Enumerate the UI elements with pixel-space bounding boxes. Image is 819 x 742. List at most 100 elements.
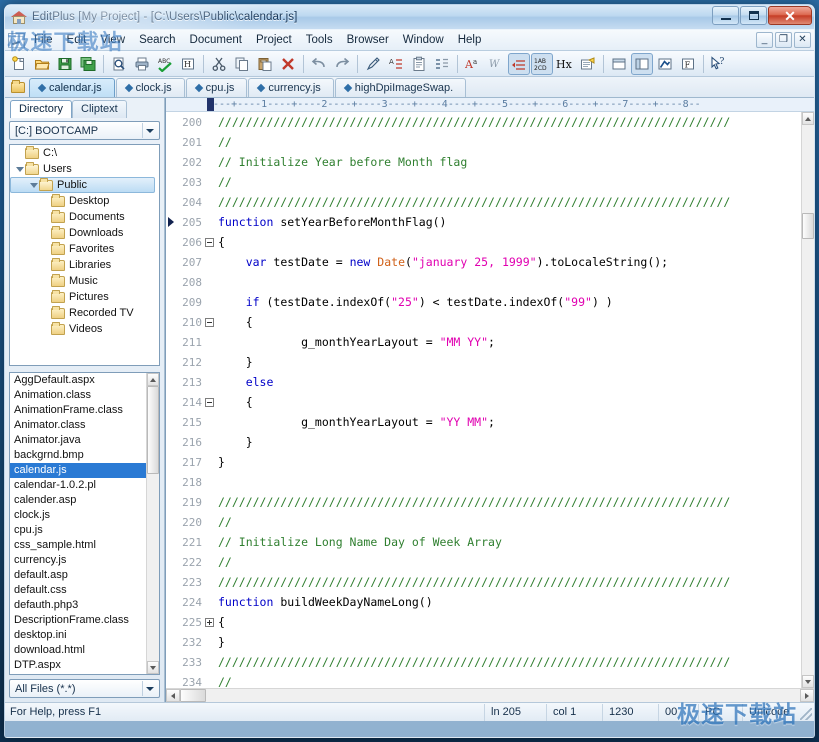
user-tool-icon[interactable] — [577, 53, 599, 75]
scroll-up-button[interactable] — [802, 112, 814, 125]
indent-icon[interactable]: A — [385, 53, 407, 75]
tab-cpu-js[interactable]: cpu.js — [186, 78, 248, 97]
file-list-item[interactable]: desktop.ini — [10, 628, 146, 643]
tree-item[interactable]: Libraries — [10, 257, 159, 273]
code-line[interactable]: 200/////////////////////////////////////… — [166, 112, 800, 132]
fold-expand-icon[interactable] — [203, 618, 215, 627]
code-line[interactable]: 209 if (testDate.indexOf("25") < testDat… — [166, 292, 800, 312]
code-line[interactable]: 221// Initialize Long Name Day of Week A… — [166, 532, 800, 552]
file-list-item[interactable]: DTP.aspx — [10, 658, 146, 673]
menu-item-tools[interactable]: Tools — [299, 32, 340, 49]
editor-vertical-scrollbar[interactable] — [801, 112, 814, 688]
menu-item-search[interactable]: Search — [132, 32, 182, 49]
line-number-icon[interactable]: 1AB2CD — [531, 53, 553, 75]
resize-grip-icon[interactable] — [800, 708, 812, 720]
code-line[interactable]: 207 var testDate = new Date("january 25,… — [166, 252, 800, 272]
chevron-down-icon[interactable] — [142, 123, 157, 138]
code-line[interactable]: 205function setYearBeforeMonthFlag() — [166, 212, 800, 232]
menu-item-document[interactable]: Document — [183, 32, 249, 49]
mdi-restore-button[interactable]: ❐ — [775, 32, 792, 48]
tree-item[interactable]: Music — [10, 273, 159, 289]
file-list-item[interactable]: DescriptionFrame.class — [10, 613, 146, 628]
fold-collapse-icon[interactable] — [203, 238, 215, 247]
scroll-thumb[interactable] — [802, 213, 814, 239]
file-list-item[interactable]: Animation.class — [10, 388, 146, 403]
menu-item-edit[interactable]: Edit — [60, 32, 94, 49]
code-line[interactable]: 210 { — [166, 312, 800, 332]
tree-item[interactable]: Desktop — [10, 193, 159, 209]
scroll-track[interactable] — [802, 125, 814, 675]
tree-item[interactable]: Downloads — [10, 225, 159, 241]
chevron-down-icon[interactable] — [142, 681, 157, 696]
scroll-thumb[interactable] — [180, 689, 206, 702]
file-list-item[interactable]: download.html — [10, 643, 146, 658]
code-lines[interactable]: 200/////////////////////////////////////… — [166, 112, 800, 688]
cut-icon[interactable] — [208, 53, 230, 75]
code-line[interactable]: 215 g_monthYearLayout = "YY MM"; — [166, 412, 800, 432]
tab-clock-js[interactable]: clock.js — [116, 78, 185, 97]
clipboard-icon[interactable] — [408, 53, 430, 75]
file-list-item[interactable]: cpu.js — [10, 523, 146, 538]
code-line[interactable]: 225{ — [166, 612, 800, 632]
code-line[interactable]: 223/////////////////////////////////////… — [166, 572, 800, 592]
scroll-down-button[interactable] — [802, 675, 814, 688]
file-filter-select[interactable]: All Files (*.*) — [9, 679, 160, 698]
menu-item-file[interactable]: File — [27, 32, 60, 49]
undo-icon[interactable] — [308, 53, 330, 75]
mdi-close-button[interactable]: ✕ — [794, 32, 811, 48]
document-menu-icon[interactable] — [8, 33, 25, 48]
sidebar-tab-directory[interactable]: Directory — [10, 100, 72, 118]
code-line[interactable]: 220// — [166, 512, 800, 532]
paste-icon[interactable] — [254, 53, 276, 75]
code-line[interactable]: 212 } — [166, 352, 800, 372]
html-toolbar-icon[interactable]: H — [177, 53, 199, 75]
file-list-item[interactable]: backgrnd.bmp — [10, 448, 146, 463]
wrap-toggle-icon[interactable] — [508, 53, 530, 75]
function-list-icon[interactable]: F — [677, 53, 699, 75]
scroll-up-button[interactable] — [147, 373, 159, 386]
directory-tree[interactable]: C:\UsersPublicDesktopDocumentsDownloadsF… — [9, 144, 160, 366]
file-list-scrollbar[interactable] — [146, 373, 159, 674]
menu-item-browser[interactable]: Browser — [340, 32, 396, 49]
document-selector-icon[interactable] — [631, 53, 653, 75]
save-icon[interactable] — [54, 53, 76, 75]
code-line[interactable]: 219/////////////////////////////////////… — [166, 492, 800, 512]
code-line[interactable]: 234// — [166, 672, 800, 688]
minimize-button[interactable] — [712, 6, 739, 25]
file-list-item[interactable]: calendar-1.0.2.pl — [10, 478, 146, 493]
code-area[interactable]: 200/////////////////////////////////////… — [166, 112, 814, 688]
fold-collapse-icon[interactable] — [203, 398, 215, 407]
menu-item-project[interactable]: Project — [249, 32, 299, 49]
code-line[interactable]: 204/////////////////////////////////////… — [166, 192, 800, 212]
scroll-track[interactable] — [147, 386, 159, 661]
file-list-item[interactable]: defauth.php3 — [10, 598, 146, 613]
file-list-item[interactable]: css_sample.html — [10, 538, 146, 553]
tree-item[interactable]: C:\ — [10, 145, 159, 161]
help-pointer-icon[interactable]: ? — [708, 53, 730, 75]
scroll-down-button[interactable] — [147, 661, 159, 674]
tab-calendar-js[interactable]: calendar.js — [29, 78, 115, 97]
print-preview-icon[interactable] — [108, 53, 130, 75]
menu-item-window[interactable]: Window — [396, 32, 451, 49]
spellcheck-icon[interactable]: ABC — [154, 53, 176, 75]
print-icon[interactable] — [131, 53, 153, 75]
save-all-icon[interactable] — [77, 53, 99, 75]
open-file-icon[interactable] — [31, 53, 53, 75]
code-line[interactable]: 203// — [166, 172, 800, 192]
file-list-item[interactable]: currency.js — [10, 553, 146, 568]
code-line[interactable]: 211 g_monthYearLayout = "MM YY"; — [166, 332, 800, 352]
scroll-left-button[interactable] — [166, 689, 180, 702]
code-line[interactable]: 201// — [166, 132, 800, 152]
code-line[interactable]: 224function buildWeekDayNameLong() — [166, 592, 800, 612]
tree-item[interactable]: Recorded TV — [10, 305, 159, 321]
sidebar-tab-cliptext[interactable]: Cliptext — [72, 100, 127, 118]
browser-preview-icon[interactable] — [654, 53, 676, 75]
code-line[interactable]: 233/////////////////////////////////////… — [166, 652, 800, 672]
clear-highlight-icon[interactable] — [362, 53, 384, 75]
scroll-track[interactable] — [180, 689, 800, 702]
code-line[interactable]: 214 { — [166, 392, 800, 412]
file-list-item[interactable]: clock.js — [10, 508, 146, 523]
maximize-restore-button[interactable] — [740, 6, 767, 25]
hex-view-icon[interactable]: Hx — [554, 53, 576, 75]
redo-icon[interactable] — [331, 53, 353, 75]
